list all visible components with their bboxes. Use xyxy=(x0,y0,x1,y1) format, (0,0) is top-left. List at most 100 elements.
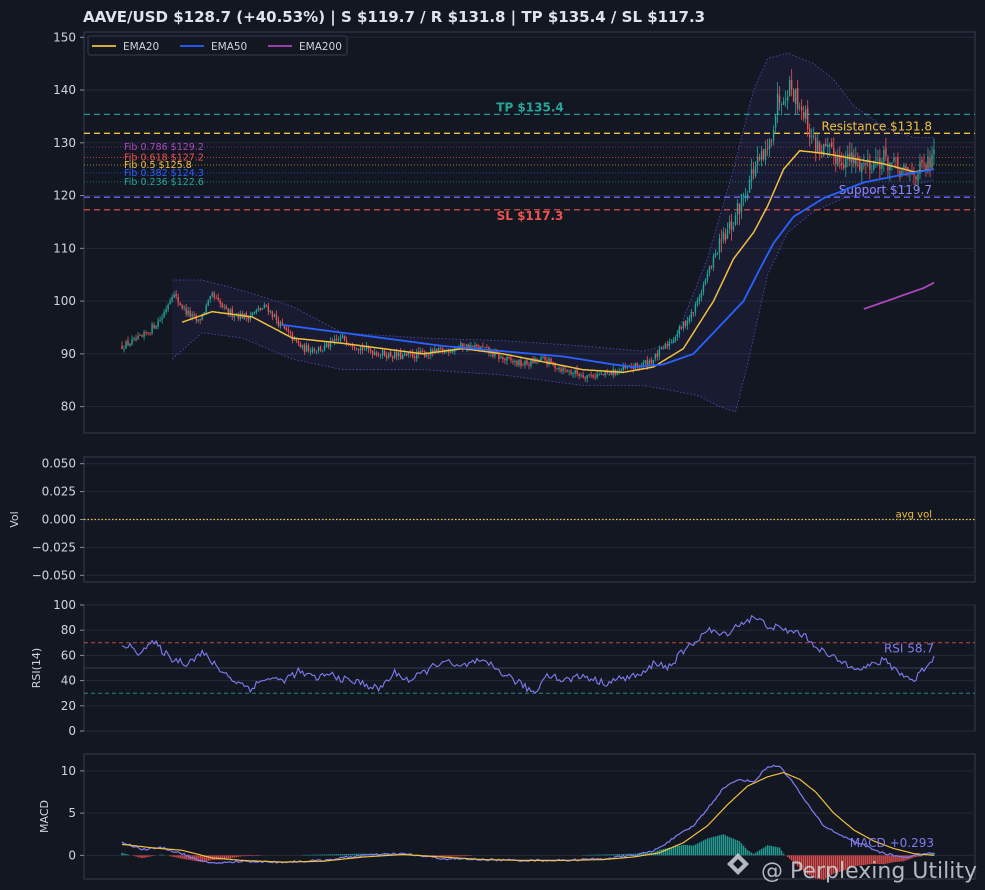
candle-body xyxy=(357,348,360,350)
candle-body xyxy=(185,307,187,315)
candle-body xyxy=(498,353,500,360)
macd-histogram-bar xyxy=(181,855,183,859)
macd-histogram-bar xyxy=(323,854,326,856)
candle-body xyxy=(831,142,833,148)
macd-histogram-bar xyxy=(704,839,707,856)
macd-histogram-bar xyxy=(335,854,338,856)
macd-histogram-bar xyxy=(347,853,350,856)
candle-body xyxy=(778,95,781,103)
macd-histogram-bar xyxy=(159,854,161,856)
candle-body xyxy=(223,306,225,308)
candle-body xyxy=(722,231,725,240)
volume-axis-tick-label: −0.050 xyxy=(32,568,76,582)
candle-body xyxy=(275,314,278,320)
rsi-axis-label: RSI(14) xyxy=(30,648,43,688)
macd-histogram-bar xyxy=(169,855,171,857)
macd-histogram-bar xyxy=(311,854,314,856)
candle-body xyxy=(476,344,478,347)
macd-histogram-bar xyxy=(612,854,614,856)
candle-body xyxy=(482,346,484,348)
candle-body xyxy=(406,353,408,356)
candle-body xyxy=(710,266,713,268)
candle-body xyxy=(321,349,324,351)
price-axis-tick-label: 100 xyxy=(53,294,76,308)
macd-histogram-bar xyxy=(600,854,602,856)
candle-body xyxy=(750,169,753,181)
candle-body xyxy=(762,149,765,159)
candle-body xyxy=(125,341,127,349)
candle-body xyxy=(141,335,143,337)
candle-body xyxy=(752,169,755,174)
macd-histogram-bar xyxy=(251,855,254,856)
macd-histogram-bar xyxy=(752,853,755,856)
macd-histogram-bar xyxy=(634,853,637,856)
candle-body xyxy=(570,371,572,374)
candle-body xyxy=(724,234,727,241)
macd-histogram-bar xyxy=(255,855,258,856)
candle-body xyxy=(255,310,258,313)
macd-histogram-bar xyxy=(768,845,771,856)
candle-body xyxy=(808,128,811,138)
candle-body xyxy=(626,367,628,368)
candle-body xyxy=(309,351,312,353)
candle-body xyxy=(658,349,661,357)
candle-body xyxy=(798,106,801,108)
candle-body xyxy=(131,339,133,345)
macd-histogram-bar xyxy=(257,855,260,856)
candle-body xyxy=(586,375,588,379)
candle-body xyxy=(403,353,406,356)
candle-body xyxy=(827,144,829,148)
candle-body xyxy=(746,193,749,199)
candle-body xyxy=(915,176,917,180)
rsi-axis-tick-label: 20 xyxy=(61,699,76,713)
candle-body xyxy=(315,350,318,352)
candle-body xyxy=(562,368,564,372)
candle-body xyxy=(211,292,213,296)
volume-axis-tick-label: 0.000 xyxy=(42,513,76,527)
candle-body xyxy=(526,360,528,365)
macd-histogram-bar xyxy=(706,838,709,856)
macd-histogram-bar xyxy=(662,849,665,856)
candle-body xyxy=(674,337,677,341)
macd-histogram-bar xyxy=(740,843,743,856)
candle-body xyxy=(163,312,165,318)
candle-body xyxy=(576,369,578,374)
macd-histogram-bar xyxy=(620,854,622,856)
candle-body xyxy=(666,344,669,347)
candle-body xyxy=(744,195,747,198)
macd-histogram-bar xyxy=(343,854,346,856)
candle-body xyxy=(153,324,155,329)
rsi-axis-tick-label: 60 xyxy=(61,648,76,662)
macd-histogram-bar xyxy=(686,845,689,856)
candle-body xyxy=(734,215,737,225)
chart-canvas: 8090100110120130140150Fib 0.786 $129.2Fi… xyxy=(8,30,976,880)
candle-body xyxy=(578,373,580,376)
candle-body xyxy=(414,356,416,358)
candle-body xyxy=(299,343,302,348)
candle-body xyxy=(564,368,566,370)
macd-axis-tick-label: 10 xyxy=(61,764,76,778)
macd-histogram-bar xyxy=(143,855,145,858)
macd-histogram-bar xyxy=(137,855,139,858)
candle-body xyxy=(191,313,193,317)
candle-body xyxy=(726,229,729,239)
candle-body xyxy=(622,366,624,370)
candle-body xyxy=(676,333,679,337)
candle-body xyxy=(508,356,510,359)
rsi-axis-tick-label: 40 xyxy=(61,674,76,688)
macd-histogram-bar xyxy=(179,855,181,859)
macd-histogram-bar xyxy=(780,850,783,856)
candle-body xyxy=(265,304,268,307)
macd-value-label: MACD +0.293 xyxy=(850,836,934,850)
macd-histogram-bar xyxy=(616,854,618,856)
candle-body xyxy=(289,332,292,334)
candle-body xyxy=(815,137,817,152)
candle-body xyxy=(917,173,919,182)
macd-histogram-bar xyxy=(624,853,626,856)
macd-histogram-bar xyxy=(177,855,179,858)
chart-root: AAVE/USD $128.7 (+40.53%) | S $119.7 / R… xyxy=(0,0,985,890)
candle-body xyxy=(712,256,715,268)
candle-body xyxy=(572,373,574,375)
candle-body xyxy=(772,130,775,141)
tp-level-label: TP $135.4 xyxy=(496,100,563,114)
